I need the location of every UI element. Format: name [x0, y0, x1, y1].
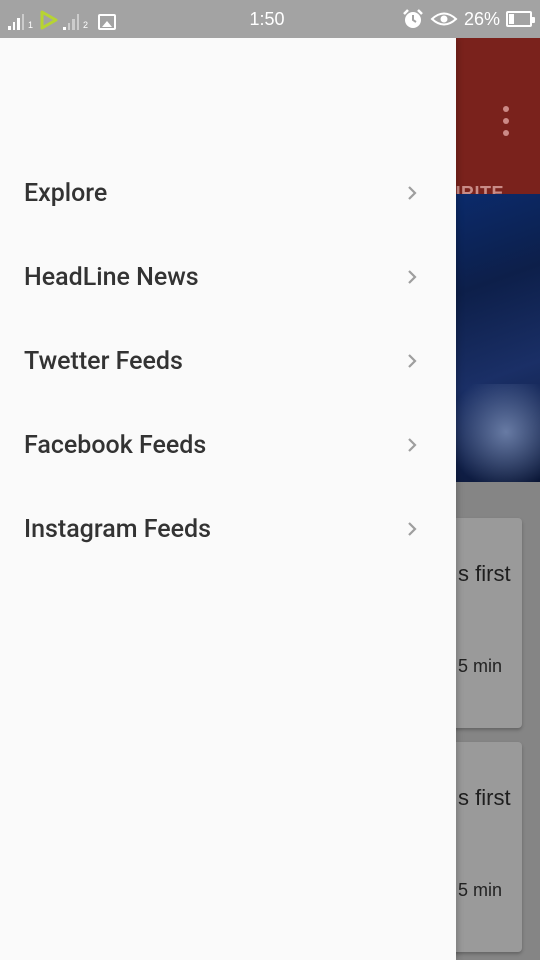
overflow-menu-icon[interactable] — [502, 106, 510, 136]
chevron-right-icon — [408, 522, 417, 536]
news-card-title: s first — [458, 561, 511, 586]
navigation-drawer: Explore HeadLine News Twetter Feeds Face… — [0, 38, 456, 960]
chevron-right-icon — [408, 186, 417, 200]
eye-icon — [430, 12, 458, 26]
drawer-item-twitter-feeds[interactable]: Twetter Feeds — [0, 319, 456, 403]
alarm-icon — [403, 9, 423, 28]
drawer-item-instagram-feeds[interactable]: Instagram Feeds — [0, 487, 456, 571]
drawer-item-label: Explore — [24, 178, 108, 208]
status-bar: 1 2 1:50 26% — [0, 0, 540, 38]
drawer-item-explore[interactable]: Explore — [0, 151, 456, 235]
news-card-time: 5 min — [458, 880, 503, 900]
chevron-right-icon — [408, 354, 417, 368]
drawer-item-headline-news[interactable]: HeadLine News — [0, 235, 456, 319]
drawer-item-facebook-feeds[interactable]: Facebook Feeds — [0, 403, 456, 487]
chevron-right-icon — [408, 438, 417, 452]
news-card-title: s first — [458, 785, 511, 810]
drawer-item-label: Facebook Feeds — [24, 430, 207, 460]
battery-percent: 26% — [463, 8, 500, 29]
drawer-item-label: Instagram Feeds — [24, 514, 211, 544]
news-card-time: 5 min — [458, 656, 503, 676]
chevron-right-icon — [408, 270, 417, 284]
drawer-item-label: HeadLine News — [24, 262, 199, 292]
battery-icon — [506, 11, 535, 27]
drawer-item-label: Twetter Feeds — [24, 346, 183, 376]
